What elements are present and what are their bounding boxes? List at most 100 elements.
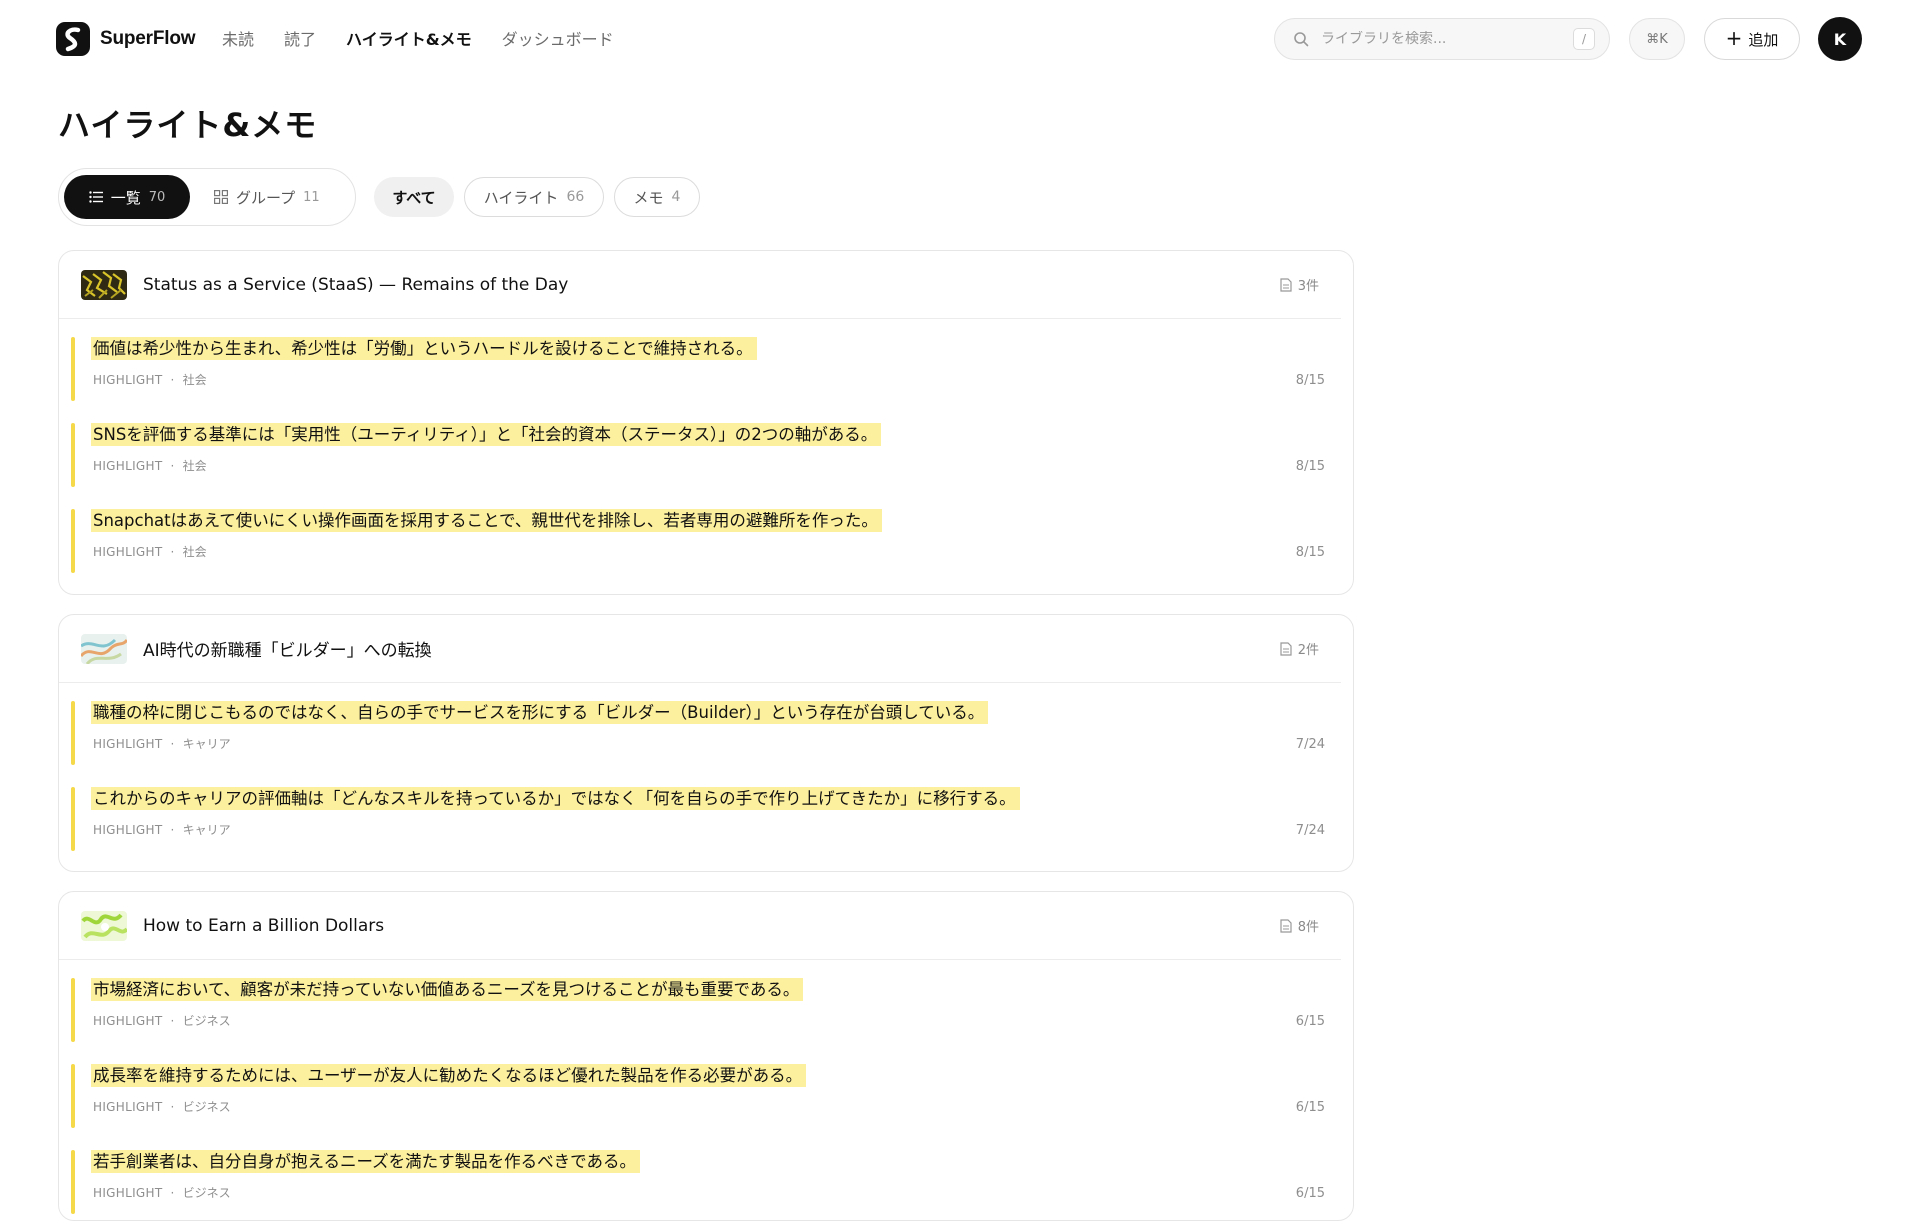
top-bar: SuperFlow 未読 読了 ハイライト&メモ ダッシュボード / ⌘K + … [0,0,1920,78]
highlight-date: 8/15 [1295,545,1325,560]
highlight-bar [71,423,75,487]
card-header[interactable]: AI時代の新職種「ビルダー」への転換 2件 [59,615,1341,683]
highlight-text: 市場経済において、顧客が未だ持っていない価値あるニーズを見つけることが最も重要で… [91,978,804,1001]
filter-all-chip[interactable]: すべて [374,177,454,217]
app-name: SuperFlow [100,28,196,49]
highlight-item[interactable]: 職種の枠に閉じこもるのではなく、自らの手でサービスを形にする「ビルダー（Buil… [71,687,1353,773]
highlight-tag: キャリア [182,823,231,837]
highlight-bar [71,701,75,765]
filter-memo-label: メモ [633,188,664,207]
highlight-meta: HIGHLIGHT · ビジネス [93,1185,231,1201]
highlight-tag: 社会 [182,545,207,559]
highlight-meta: HIGHLIGHT · 社会 [93,544,207,560]
highlight-text: 若手創業者は、自分自身が抱えるニーズを満たす製品を作るべきである。 [91,1150,641,1173]
main-nav: 未読 読了 ハイライト&メモ ダッシュボード [222,26,614,50]
highlight-item[interactable]: SNSを評価する基準には「実用性（ユーティリティ）」と「社会的資本（ステータス）… [71,409,1353,495]
plus-icon: + [1725,26,1743,50]
highlight-item[interactable]: 市場経済において、顧客が未だ持っていない価値あるニーズを見つけることが最も重要で… [71,964,1353,1050]
filter-all-label: すべて [392,188,436,207]
article-card: Status as a Service (StaaS) — Remains of… [58,250,1354,595]
highlight-bar [71,787,75,851]
filter-highlight-count: 66 [566,189,585,205]
add-button-label: 追加 [1748,30,1779,49]
add-button[interactable]: + 追加 [1704,18,1800,60]
highlight-meta: HIGHLIGHT · ビジネス [93,1013,231,1029]
filter-memo-chip[interactable]: メモ 4 [614,177,700,217]
search-input[interactable] [1321,31,1573,47]
highlight-text: SNSを評価する基準には「実用性（ユーティリティ）」と「社会的資本（ステータス）… [91,423,882,446]
highlight-item[interactable]: 成長率を維持するためには、ユーザーが友人に勧めたくなるほど優れた製品を作る必要が… [71,1050,1353,1136]
view-group-count: 11 [303,189,320,205]
card-header[interactable]: Status as a Service (StaaS) — Remains of… [59,251,1341,319]
highlight-bar [71,1150,75,1214]
nav-highlights-memos[interactable]: ハイライト&メモ [346,26,472,50]
highlight-bar [71,509,75,573]
highlight-type: HIGHLIGHT [93,1099,163,1114]
superflow-logo-icon [56,22,90,56]
card-highlight-count: 3件 [1280,275,1319,294]
search-shortcut-badge: / [1573,28,1595,50]
highlight-meta: HIGHLIGHT · 社会 [93,372,207,388]
article-card: AI時代の新職種「ビルダー」への転換 2件 職種の枠に閉じこもるのではなく、自ら… [58,614,1354,872]
highlight-text: 価値は希少性から生まれ、希少性は「労働」というハードルを設けることで維持される。 [91,337,757,360]
highlight-text: 職種の枠に閉じこもるのではなく、自らの手でサービスを形にする「ビルダー（Buil… [91,701,989,724]
view-list-count: 70 [148,189,166,205]
highlight-bar [71,978,75,1042]
filter-memo-count: 4 [671,189,681,205]
highlight-date: 7/24 [1295,823,1325,838]
card-title[interactable]: AI時代の新職種「ビルダー」への転換 [143,636,1280,661]
highlight-tag: キャリア [182,737,231,751]
card-title[interactable]: Status as a Service (StaaS) — Remains of… [143,275,1280,295]
document-icon [1280,918,1292,933]
highlight-date: 7/24 [1295,737,1325,752]
highlight-text: Snapchatはあえて使いにくい操作画面を採用することで、親世代を排除し、若者… [91,509,882,532]
command-palette-button[interactable]: ⌘K [1629,18,1685,60]
app-logo[interactable]: SuperFlow [56,22,196,56]
highlight-tag: ビジネス [182,1014,231,1028]
highlight-type: HIGHLIGHT [93,736,163,751]
view-list-button[interactable]: 一覧 70 [64,175,190,219]
card-header[interactable]: How to Earn a Billion Dollars 8件 [59,892,1341,960]
highlight-text: これからのキャリアの評価軸は「どんなスキルを持っているか」ではなく「何を自らの手… [91,787,1020,810]
nav-unread[interactable]: 未読 [222,26,254,50]
highlight-text: 成長率を維持するためには、ユーザーが友人に勧めたくなるほど優れた製品を作る必要が… [91,1064,807,1087]
list-icon [89,191,103,203]
highlight-tag: 社会 [182,459,207,473]
highlight-item[interactable]: 若手創業者は、自分自身が抱えるニーズを満たす製品を作るべきである。 HIGHLI… [71,1136,1353,1220]
highlight-tag: ビジネス [182,1100,231,1114]
page-title: ハイライト&メモ [58,106,318,144]
highlight-meta: HIGHLIGHT · 社会 [93,458,207,474]
highlight-date: 6/15 [1295,1014,1325,1029]
card-title[interactable]: How to Earn a Billion Dollars [143,916,1280,936]
view-toggle: 一覧 70 グループ 11 [58,168,356,226]
article-card: How to Earn a Billion Dollars 8件 市場経済におい… [58,891,1354,1221]
card-highlight-count: 8件 [1280,916,1319,935]
filter-highlight-chip[interactable]: ハイライト 66 [464,177,604,217]
nav-finished[interactable]: 読了 [284,26,316,50]
nav-dashboard[interactable]: ダッシュボード [502,26,614,50]
article-thumbnail [81,269,127,300]
article-thumbnail [81,633,127,664]
filter-highlight-label: ハイライト [483,188,559,207]
highlight-bar [71,337,75,401]
search-box[interactable]: / [1274,18,1610,60]
highlight-date: 8/15 [1295,373,1325,388]
highlight-type: HIGHLIGHT [93,822,163,837]
article-thumbnail [81,910,127,941]
document-icon [1280,641,1292,656]
highlight-item[interactable]: これからのキャリアの評価軸は「どんなスキルを持っているか」ではなく「何を自らの手… [71,773,1353,859]
card-count-label: 3件 [1297,279,1319,294]
highlight-meta: HIGHLIGHT · キャリア [93,736,231,752]
user-avatar[interactable]: K [1818,17,1862,61]
grid-icon [214,190,228,204]
highlight-item[interactable]: 価値は希少性から生まれ、希少性は「労働」というハードルを設けることで維持される。… [71,323,1353,409]
view-group-button[interactable]: グループ 11 [214,175,344,219]
search-icon [1294,32,1309,47]
highlight-type: HIGHLIGHT [93,372,163,387]
highlight-tag: ビジネス [182,1186,231,1200]
highlight-item[interactable]: Snapchatはあえて使いにくい操作画面を採用することで、親世代を排除し、若者… [71,495,1353,581]
card-count-label: 2件 [1297,643,1319,658]
highlight-date: 6/15 [1295,1100,1325,1115]
card-highlight-count: 2件 [1280,639,1319,658]
highlight-tag: 社会 [182,373,207,387]
